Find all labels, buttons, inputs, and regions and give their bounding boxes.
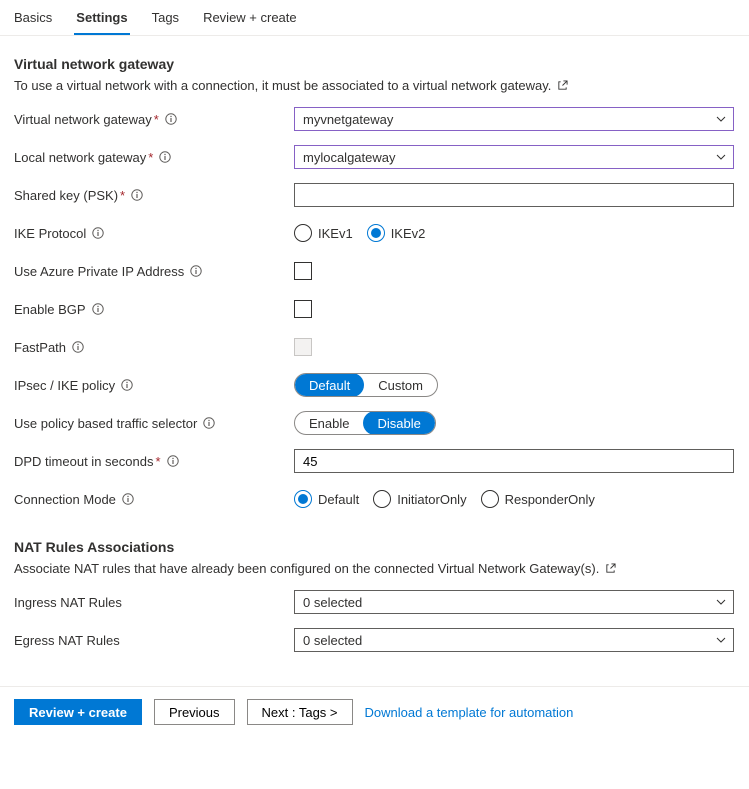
download-template-link[interactable]: Download a template for automation xyxy=(365,705,574,720)
info-icon[interactable] xyxy=(203,417,215,429)
info-icon[interactable] xyxy=(190,265,202,277)
label-egress-nat: Egress NAT Rules xyxy=(14,633,294,648)
settings-panel: Virtual network gateway To use a virtual… xyxy=(0,36,749,686)
radio-connmode-responder[interactable]: ResponderOnly xyxy=(481,490,595,508)
radio-connmode-initiator[interactable]: InitiatorOnly xyxy=(373,490,466,508)
section-nat-desc: Associate NAT rules that have already be… xyxy=(14,561,735,576)
input-psk[interactable] xyxy=(294,183,734,207)
review-create-button[interactable]: Review + create xyxy=(14,699,142,725)
pill-ipsec-default[interactable]: Default xyxy=(295,373,364,397)
chevron-down-icon xyxy=(715,151,727,163)
label-fastpath: FastPath xyxy=(14,340,294,355)
checkbox-private-ip[interactable] xyxy=(294,262,312,280)
label-dpd: DPD timeout in seconds* xyxy=(14,454,294,469)
tab-settings[interactable]: Settings xyxy=(74,0,129,35)
checkbox-bgp[interactable] xyxy=(294,300,312,318)
label-ike: IKE Protocol xyxy=(14,226,294,241)
tab-basics[interactable]: Basics xyxy=(12,0,54,35)
label-private-ip: Use Azure Private IP Address xyxy=(14,264,294,279)
tab-review-create[interactable]: Review + create xyxy=(201,0,299,35)
label-pbts: Use policy based traffic selector xyxy=(14,416,294,431)
next-button[interactable]: Next : Tags > xyxy=(247,699,353,725)
info-icon[interactable] xyxy=(167,455,179,467)
section-nat-desc-text: Associate NAT rules that have already be… xyxy=(14,561,599,576)
label-connection-mode: Connection Mode xyxy=(14,492,294,507)
pill-pbts-disable[interactable]: Disable xyxy=(363,411,434,435)
section-nat-title: NAT Rules Associations xyxy=(14,539,735,555)
info-icon[interactable] xyxy=(122,493,134,505)
chevron-down-icon xyxy=(715,596,727,608)
info-icon[interactable] xyxy=(159,151,171,163)
label-lng: Local network gateway* xyxy=(14,150,294,165)
previous-button[interactable]: Previous xyxy=(154,699,235,725)
radio-ikev2[interactable]: IKEv2 xyxy=(367,224,426,242)
wizard-footer: Review + create Previous Next : Tags > D… xyxy=(0,686,749,737)
label-psk: Shared key (PSK)* xyxy=(14,188,294,203)
toggle-pbts[interactable]: Enable Disable xyxy=(294,411,436,435)
dropdown-vng[interactable]: myvnetgateway xyxy=(294,107,734,131)
input-dpd-timeout[interactable] xyxy=(294,449,734,473)
section-vng-title: Virtual network gateway xyxy=(14,56,735,72)
info-icon[interactable] xyxy=(131,189,143,201)
chevron-down-icon xyxy=(715,113,727,125)
radio-connmode-default[interactable]: Default xyxy=(294,490,359,508)
info-icon[interactable] xyxy=(72,341,84,353)
info-icon[interactable] xyxy=(165,113,177,125)
dropdown-ingress-nat[interactable]: 0 selected xyxy=(294,590,734,614)
radio-ikev1[interactable]: IKEv1 xyxy=(294,224,353,242)
checkbox-fastpath xyxy=(294,338,312,356)
external-link-icon[interactable] xyxy=(605,562,616,573)
dropdown-egress-nat[interactable]: 0 selected xyxy=(294,628,734,652)
label-ipsec-policy: IPsec / IKE policy xyxy=(14,378,294,393)
chevron-down-icon xyxy=(715,634,727,646)
label-bgp: Enable BGP xyxy=(14,302,294,317)
label-ingress-nat: Ingress NAT Rules xyxy=(14,595,294,610)
info-icon[interactable] xyxy=(92,303,104,315)
section-vng-desc-text: To use a virtual network with a connecti… xyxy=(14,78,551,93)
toggle-ipsec-policy[interactable]: Default Custom xyxy=(294,373,438,397)
tab-tags[interactable]: Tags xyxy=(150,0,181,35)
section-vng-desc: To use a virtual network with a connecti… xyxy=(14,78,735,93)
pill-pbts-enable[interactable]: Enable xyxy=(295,411,363,435)
info-icon[interactable] xyxy=(121,379,133,391)
tab-bar: Basics Settings Tags Review + create xyxy=(0,0,749,36)
external-link-icon[interactable] xyxy=(557,79,568,90)
pill-ipsec-custom[interactable]: Custom xyxy=(364,373,437,397)
label-vng: Virtual network gateway* xyxy=(14,112,294,127)
dropdown-lng[interactable]: mylocalgateway xyxy=(294,145,734,169)
info-icon[interactable] xyxy=(92,227,104,239)
